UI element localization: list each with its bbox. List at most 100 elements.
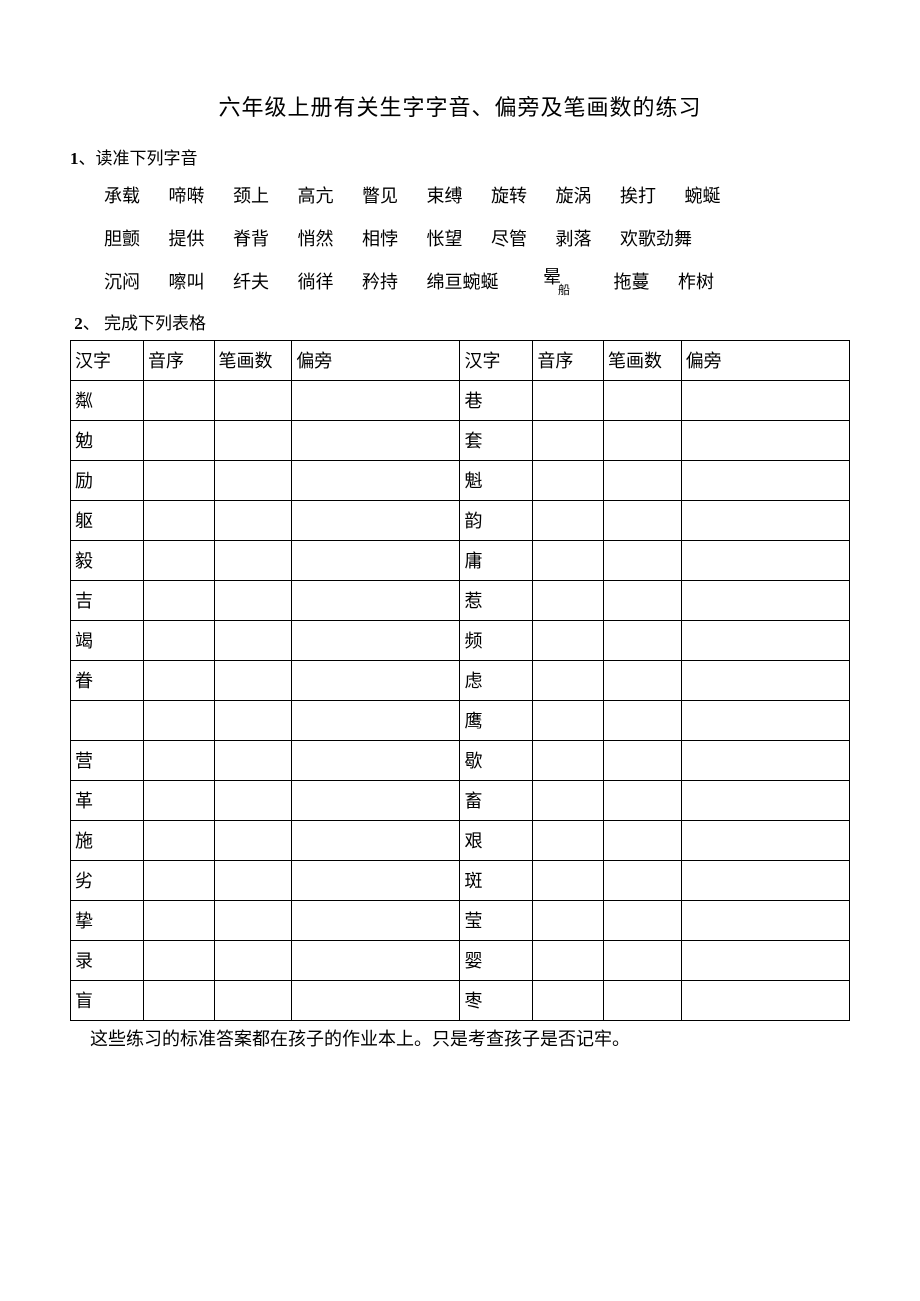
word: 挨打 — [620, 175, 656, 218]
table-cell — [292, 660, 460, 700]
word: 承载 — [104, 175, 140, 218]
word: 旋涡 — [556, 175, 592, 218]
table-cell — [604, 540, 682, 580]
table-cell — [681, 740, 849, 780]
table-cell — [533, 380, 604, 420]
th-hanzi: 汉字 — [71, 340, 144, 380]
table-cell — [71, 700, 144, 740]
th-bihua: 笔画数 — [604, 340, 682, 380]
table-cell — [533, 460, 604, 500]
table-cell — [143, 700, 214, 740]
table-cell — [143, 980, 214, 1020]
table-cell — [533, 500, 604, 540]
table-cell — [143, 540, 214, 580]
th-yinxu: 音序 — [143, 340, 214, 380]
table-cell — [214, 860, 292, 900]
table-cell — [292, 500, 460, 540]
table-cell — [292, 540, 460, 580]
table-cell: 频 — [460, 620, 533, 660]
word: 纤夫 — [233, 261, 269, 304]
table-cell: 鹰 — [460, 700, 533, 740]
word: 高亢 — [298, 175, 334, 218]
table-cell — [143, 820, 214, 860]
table-row: 录婴 — [71, 940, 850, 980]
table-cell — [143, 780, 214, 820]
table-cell: 歇 — [460, 740, 533, 780]
th-bihua: 笔画数 — [214, 340, 292, 380]
section1-label: 1、读准下列字音 — [70, 144, 850, 169]
table-cell — [214, 900, 292, 940]
word: 怅望 — [427, 218, 463, 261]
table-cell — [143, 380, 214, 420]
table-cell — [292, 940, 460, 980]
table-row: 粼巷 — [71, 380, 850, 420]
table-cell — [533, 420, 604, 460]
table-cell: 挚 — [71, 900, 144, 940]
table-cell — [533, 580, 604, 620]
table-cell: 庸 — [460, 540, 533, 580]
table-cell — [604, 580, 682, 620]
table-row: 挚莹 — [71, 900, 850, 940]
table-cell — [604, 940, 682, 980]
table-header-row: 汉字 音序 笔画数 偏旁 汉字 音序 笔画数 偏旁 — [71, 340, 850, 380]
table-cell — [214, 940, 292, 980]
table-cell — [681, 980, 849, 1020]
table-cell — [143, 580, 214, 620]
table-cell: 韵 — [460, 500, 533, 540]
table-cell — [292, 980, 460, 1020]
word: 尽管 — [491, 218, 527, 261]
table-cell: 粼 — [71, 380, 144, 420]
table-cell — [533, 940, 604, 980]
word: 相悖 — [362, 218, 398, 261]
word-row-3: 沉闷 嚓叫 纤夫 徜徉 矜持 绵亘蜿蜒 晕船 拖蔓 柞树 — [104, 261, 850, 304]
table-cell — [533, 780, 604, 820]
word: 矜持 — [362, 261, 398, 304]
table-cell — [604, 460, 682, 500]
table-cell: 勉 — [71, 420, 144, 460]
table-cell — [533, 700, 604, 740]
table-cell — [604, 900, 682, 940]
table-row: 劣斑 — [71, 860, 850, 900]
word: 蜿蜒 — [685, 175, 721, 218]
table-cell — [292, 580, 460, 620]
table-cell — [214, 540, 292, 580]
word-row-2: 胆颤 提供 脊背 悄然 相悖 怅望 尽管 剥落 欢歌劲舞 — [104, 218, 850, 261]
table-cell — [214, 820, 292, 860]
table-cell: 艰 — [460, 820, 533, 860]
table-cell — [604, 380, 682, 420]
table-cell — [533, 860, 604, 900]
practice-table: 汉字 音序 笔画数 偏旁 汉字 音序 笔画数 偏旁 粼巷勉套励魁躯韵毅庸吉惹竭频… — [70, 340, 850, 1021]
table-cell: 枣 — [460, 980, 533, 1020]
table-cell: 录 — [71, 940, 144, 980]
table-row: 勉套 — [71, 420, 850, 460]
word: 柞树 — [678, 261, 714, 304]
table-cell — [214, 420, 292, 460]
table-row: 革畜 — [71, 780, 850, 820]
table-cell: 施 — [71, 820, 144, 860]
table-cell — [681, 420, 849, 460]
table-cell — [214, 700, 292, 740]
word-block: 承载 啼啭 颈上 高亢 瞥见 束缚 旋转 旋涡 挨打 蜿蜒 胆颤 提供 脊背 悄… — [70, 175, 850, 305]
table-cell: 毅 — [71, 540, 144, 580]
table-cell — [214, 740, 292, 780]
table-cell: 劣 — [71, 860, 144, 900]
table-cell: 惹 — [460, 580, 533, 620]
table-cell — [604, 500, 682, 540]
table-cell — [292, 860, 460, 900]
table-cell — [604, 700, 682, 740]
word: 沉闷 — [104, 261, 140, 304]
table-cell — [533, 740, 604, 780]
table-cell — [214, 500, 292, 540]
table-cell — [681, 380, 849, 420]
table-row: 施艰 — [71, 820, 850, 860]
table-cell: 躯 — [71, 500, 144, 540]
table-cell — [143, 900, 214, 940]
th-hanzi: 汉字 — [460, 340, 533, 380]
section1-num: 1 — [70, 149, 79, 168]
table-cell — [604, 660, 682, 700]
table-cell — [214, 380, 292, 420]
table-cell — [214, 660, 292, 700]
table-cell — [681, 540, 849, 580]
table-cell — [681, 620, 849, 660]
table-cell — [143, 500, 214, 540]
